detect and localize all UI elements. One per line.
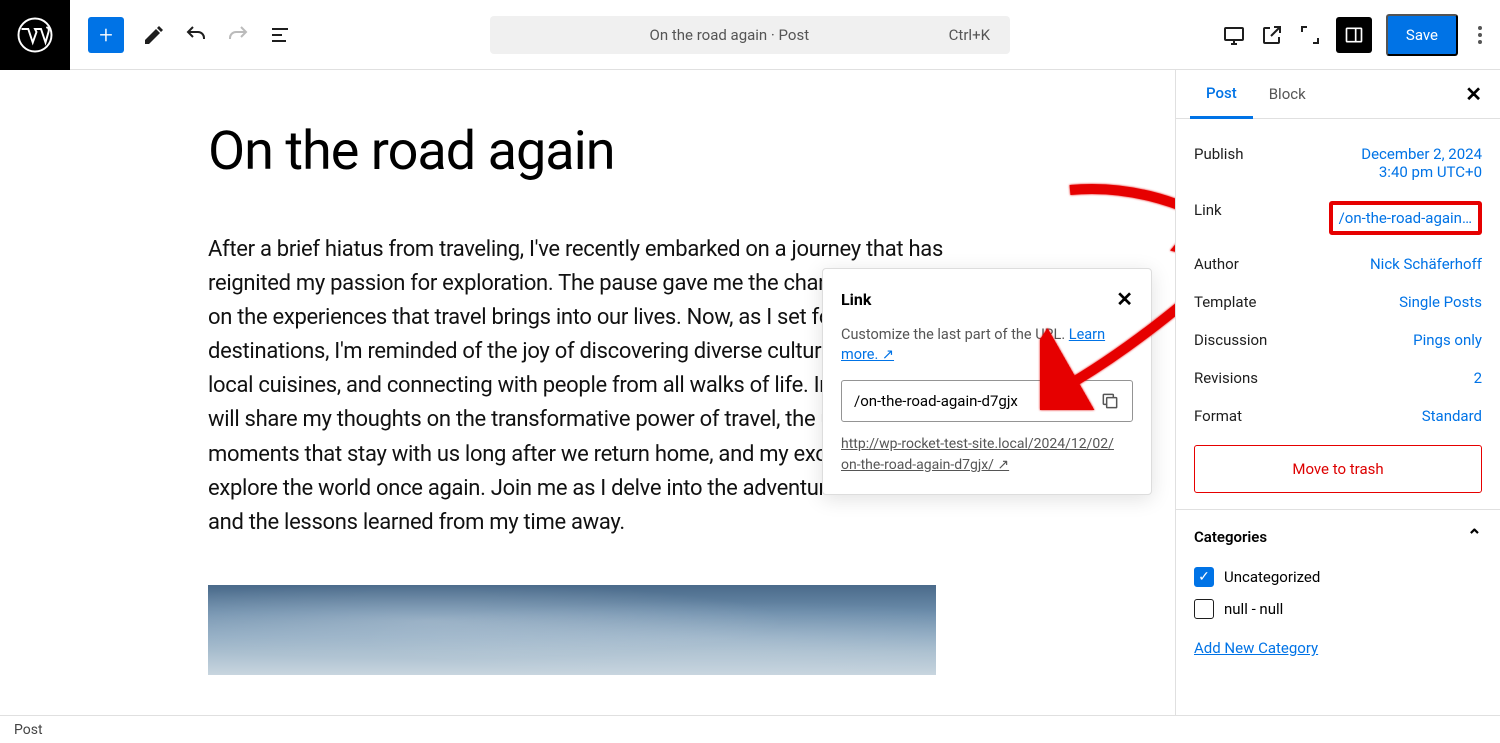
edit-icon[interactable] xyxy=(142,23,166,47)
wordpress-icon xyxy=(17,17,53,53)
document-bar[interactable]: On the road again · Post Ctrl+K xyxy=(490,16,1010,54)
fullscreen-icon[interactable] xyxy=(1298,23,1322,47)
sidebar-tabs: Post Block ✕ xyxy=(1176,70,1500,119)
undo-icon[interactable] xyxy=(184,23,208,47)
panel-icon xyxy=(1344,25,1364,45)
post-summary-panel: Publish December 2, 20243:40 pm UTC+0 Li… xyxy=(1176,119,1500,509)
categories-panel: Categories ⌃ ✓ Uncategorized null - null… xyxy=(1176,509,1500,673)
outline-icon[interactable] xyxy=(268,23,292,47)
publish-date-button[interactable]: December 2, 20243:40 pm UTC+0 xyxy=(1361,145,1482,181)
link-popover: Link ✕ Customize the last part of the UR… xyxy=(822,268,1152,495)
category-label: null - null xyxy=(1224,600,1283,618)
redo-icon[interactable] xyxy=(226,23,250,47)
move-to-trash-button[interactable]: Move to trash xyxy=(1194,445,1482,493)
link-popover-title: Link xyxy=(841,290,871,309)
format-button[interactable]: Standard xyxy=(1422,407,1482,425)
revisions-button[interactable]: 2 xyxy=(1474,369,1482,387)
tab-block[interactable]: Block xyxy=(1253,71,1322,117)
checkbox-checked[interactable]: ✓ xyxy=(1194,567,1214,587)
shortcut-hint: Ctrl+K xyxy=(949,26,990,44)
meta-author: Author Nick Schäferhoff xyxy=(1194,245,1482,283)
main-area: On the road again After a brief hiatus f… xyxy=(0,70,1500,715)
checkbox-unchecked[interactable] xyxy=(1194,599,1214,619)
meta-format: Format Standard xyxy=(1194,397,1482,435)
full-url-preview[interactable]: http://wp-rocket-test-site.local/2024/12… xyxy=(841,434,1133,476)
post-title[interactable]: On the road again xyxy=(208,120,1175,183)
options-menu-button[interactable] xyxy=(1472,20,1488,50)
category-item: null - null xyxy=(1194,593,1482,625)
save-button[interactable]: Save xyxy=(1386,14,1458,56)
meta-publish: Publish December 2, 20243:40 pm UTC+0 xyxy=(1194,135,1482,191)
meta-template: Template Single Posts xyxy=(1194,283,1482,321)
sidebar-toggle-button[interactable] xyxy=(1336,17,1372,53)
category-item: ✓ Uncategorized xyxy=(1194,561,1482,593)
footer-breadcrumb: Post xyxy=(0,715,1500,743)
wordpress-logo[interactable] xyxy=(0,0,70,70)
link-popover-description: Customize the last part of the URL. Lear… xyxy=(841,325,1133,366)
post-image-block[interactable] xyxy=(208,585,936,675)
discussion-button[interactable]: Pings only xyxy=(1413,331,1482,349)
desktop-view-icon[interactable] xyxy=(1222,23,1246,47)
chevron-up-icon: ⌃ xyxy=(1467,526,1482,547)
close-sidebar-icon[interactable]: ✕ xyxy=(1465,82,1482,106)
close-icon[interactable]: ✕ xyxy=(1116,287,1133,311)
permalink-button[interactable]: /on-the-road-again… xyxy=(1329,201,1482,235)
top-toolbar: + On the road again · Post Ctrl+K Save xyxy=(0,0,1500,70)
template-button[interactable]: Single Posts xyxy=(1399,293,1482,311)
add-category-link[interactable]: Add New Category xyxy=(1194,639,1318,657)
add-block-button[interactable]: + xyxy=(88,17,124,53)
category-label: Uncategorized xyxy=(1224,568,1320,586)
meta-link: Link /on-the-road-again… xyxy=(1194,191,1482,245)
toolbar-left: + xyxy=(70,17,292,53)
tab-post[interactable]: Post xyxy=(1190,70,1253,119)
toolbar-right: Save xyxy=(1222,14,1488,56)
breadcrumb-item[interactable]: Post xyxy=(14,722,43,738)
settings-sidebar: Post Block ✕ Publish December 2, 20243:4… xyxy=(1175,70,1500,715)
meta-discussion: Discussion Pings only xyxy=(1194,321,1482,359)
doc-title-text: On the road again · Post xyxy=(650,26,810,44)
slug-input-wrapper xyxy=(841,380,1133,422)
meta-revisions: Revisions 2 xyxy=(1194,359,1482,397)
copy-icon[interactable] xyxy=(1100,391,1120,411)
external-link-icon[interactable] xyxy=(1260,23,1284,47)
categories-toggle[interactable]: Categories ⌃ xyxy=(1194,526,1482,547)
slug-input[interactable] xyxy=(854,392,1100,410)
author-button[interactable]: Nick Schäferhoff xyxy=(1370,255,1482,273)
editor-canvas[interactable]: On the road again After a brief hiatus f… xyxy=(0,70,1175,715)
